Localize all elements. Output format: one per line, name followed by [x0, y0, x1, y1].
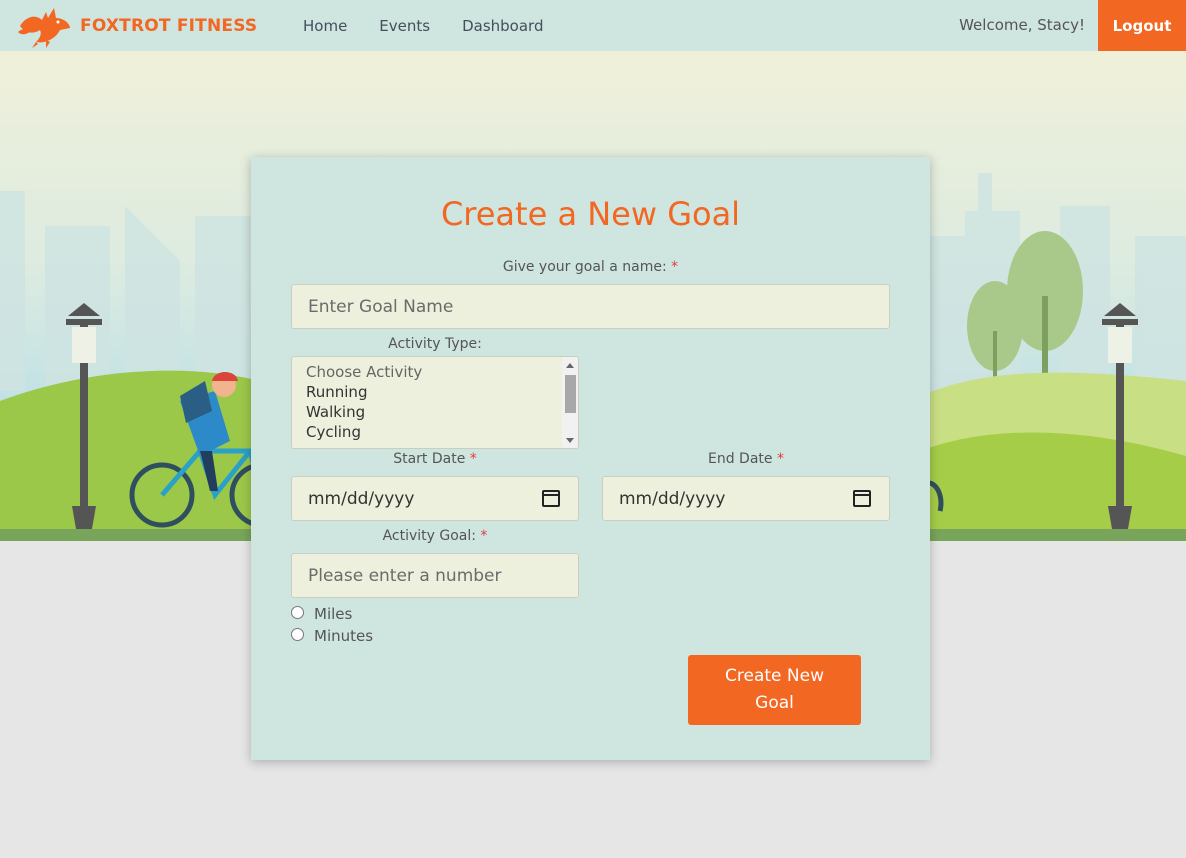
calendar-icon[interactable]: [853, 490, 871, 507]
activity-goal-label: Activity Goal: *: [382, 528, 488, 544]
nav-events[interactable]: Events: [379, 17, 430, 35]
top-nav: FOXTROT FITNESS Home Events Dashboard We…: [0, 0, 1186, 51]
goal-name-input[interactable]: Enter Goal Name: [291, 284, 890, 329]
activity-type-label: Activity Type:: [388, 336, 482, 352]
minutes-radio[interactable]: [291, 627, 304, 641]
required-marker: *: [480, 528, 488, 544]
unit-miles-option[interactable]: Miles: [291, 605, 352, 623]
activity-option[interactable]: Cycling: [306, 423, 361, 441]
minutes-label: Minutes: [314, 627, 374, 645]
activity-goal-input[interactable]: Please enter a number: [291, 553, 579, 598]
unit-minutes-option[interactable]: Minutes: [291, 627, 373, 645]
scrollbar-thumb[interactable]: [565, 375, 576, 413]
required-marker: *: [671, 259, 679, 275]
nav-home[interactable]: Home: [303, 17, 347, 35]
end-date-input[interactable]: mm/dd/yyyy: [602, 476, 890, 521]
end-date-label: End Date *: [708, 451, 784, 467]
required-marker: *: [469, 451, 477, 467]
brand[interactable]: FOXTROT FITNESS: [16, 4, 286, 48]
start-date-label: Start Date *: [393, 451, 477, 467]
welcome-text: Welcome, Stacy!: [959, 16, 1085, 34]
scroll-up-icon[interactable]: [566, 363, 574, 368]
logout-button[interactable]: Logout: [1098, 0, 1186, 51]
required-marker: *: [776, 451, 784, 467]
create-goal-card: Create a New Goal Give your goal a name:…: [251, 157, 930, 760]
activity-option[interactable]: Running: [306, 383, 367, 401]
activity-type-select[interactable]: Choose Activity Running Walking Cycling: [291, 356, 579, 449]
miles-radio[interactable]: [291, 605, 304, 619]
brand-name: FOXTROT FITNESS: [80, 15, 258, 36]
nav-dashboard[interactable]: Dashboard: [462, 17, 543, 35]
goal-name-label: Give your goal a name: *: [502, 259, 679, 275]
miles-label: Miles: [314, 605, 353, 623]
start-date-input[interactable]: mm/dd/yyyy: [291, 476, 579, 521]
create-goal-button[interactable]: Create New Goal: [688, 655, 861, 725]
fox-logo-icon: [16, 4, 72, 48]
select-scrollbar[interactable]: [562, 357, 578, 448]
calendar-icon[interactable]: [542, 490, 560, 507]
page-title: Create a New Goal: [440, 195, 741, 233]
nav-links: Home Events Dashboard: [303, 17, 575, 35]
scroll-down-icon[interactable]: [566, 438, 574, 443]
activity-option[interactable]: Choose Activity: [306, 363, 422, 381]
activity-option[interactable]: Walking: [306, 403, 365, 421]
